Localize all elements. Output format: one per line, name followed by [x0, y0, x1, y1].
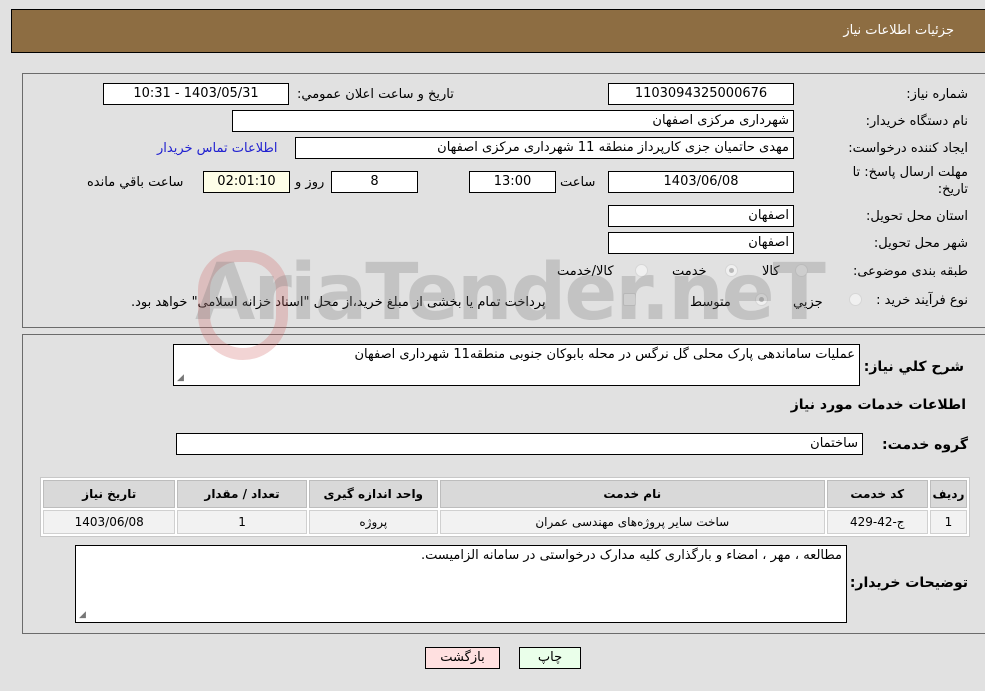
process-radio-medium[interactable]: [755, 293, 768, 306]
services-heading: اطلاعات خدمات مورد نیاز: [790, 397, 966, 413]
cell-quantity: 1: [177, 510, 307, 534]
general-desc-textarea[interactable]: عملیات ساماندهی پارک محلی گل نرگس در محل…: [173, 344, 860, 386]
category-option-service: خدمت: [672, 264, 707, 279]
services-table: ردیف کد خدمت نام خدمت واحد اندازه گیری ت…: [40, 477, 970, 537]
buyer-notes-text: مطالعه ، مهر ، امضاء و بارگذاری کلیه مدا…: [421, 548, 842, 563]
category-label: طبقه بندی موضوعی:: [852, 264, 968, 279]
table-row: 1 ج-42-429 ساخت سایر پروژه‌های مهندسی عم…: [43, 510, 967, 534]
col-header-need-date: تاریخ نیاز: [43, 480, 176, 508]
cell-service-code: ج-42-429: [826, 510, 928, 534]
need-details-panel: شرح کلي نیاز: عملیات ساماندهی پارک محلی …: [22, 334, 985, 634]
deadline-time-field[interactable]: 13:00: [469, 171, 556, 193]
treasury-note: پرداخت تمام یا بخشی از مبلغ خرید،از محل …: [131, 295, 546, 310]
back-button[interactable]: بازگشت: [425, 647, 500, 669]
general-desc-label: شرح کلي نیاز:: [863, 359, 964, 375]
deadline-time-label: ساعت: [560, 175, 596, 190]
city-field[interactable]: اصفهان: [608, 232, 794, 254]
col-header-row-number: ردیف: [929, 480, 967, 508]
process-type-label: نوع فرآیند خرید :: [876, 293, 968, 308]
category-radio-service[interactable]: [725, 264, 738, 277]
category-radio-goods[interactable]: [795, 264, 808, 277]
col-header-service-code: کد خدمت: [826, 480, 928, 508]
requester-label: ایجاد کننده درخواست:: [848, 141, 968, 156]
category-option-goods: کالا: [762, 264, 780, 279]
days-label: روز و: [295, 175, 325, 190]
category-option-goods-service: کالا/خدمت: [557, 264, 614, 279]
deadline-days-field[interactable]: 8: [331, 171, 418, 193]
resize-handle-icon[interactable]: ◢: [79, 610, 86, 620]
col-header-quantity: تعداد / مقدار: [177, 480, 307, 508]
treasury-checkbox[interactable]: [623, 293, 636, 306]
col-header-unit: واحد اندازه گیری: [308, 480, 438, 508]
process-radio-minor[interactable]: [849, 293, 862, 306]
requester-field[interactable]: مهدی حاتمیان جزی کارپرداز منطقه 11 شهردا…: [295, 137, 794, 159]
buyer-org-label: نام دستگاه خریدار:: [865, 114, 968, 129]
deadline-label-line1: مهلت ارسال پاسخ: تا: [852, 165, 968, 180]
need-number-field[interactable]: 1103094325000676: [608, 83, 794, 105]
page-header: جزئیات اطلاعات نیاز: [11, 9, 985, 53]
announce-datetime-label: تاریخ و ساعت اعلان عمومي:: [297, 87, 454, 102]
resize-handle-icon[interactable]: ◢: [177, 373, 184, 383]
service-group-field[interactable]: ساختمان: [176, 433, 863, 455]
buyer-org-field[interactable]: شهرداری مرکزی اصفهان: [232, 110, 794, 132]
service-group-label: گروه خدمت:: [882, 437, 968, 453]
category-radio-goods-service[interactable]: [635, 264, 648, 277]
print-button[interactable]: چاپ: [519, 647, 581, 669]
need-info-panel: شماره نیاز: 1103094325000676 تاریخ و ساع…: [22, 73, 985, 328]
deadline-label-line2: تاریخ:: [937, 182, 968, 197]
province-field[interactable]: اصفهان: [608, 205, 794, 227]
need-number-label: شماره نیاز:: [906, 87, 968, 102]
cell-row-number: 1: [929, 510, 967, 534]
general-desc-text: عملیات ساماندهی پارک محلی گل نرگس در محل…: [354, 347, 856, 362]
buyer-notes-textarea[interactable]: مطالعه ، مهر ، امضاء و بارگذاری کلیه مدا…: [75, 545, 847, 623]
process-option-medium: متوسط: [690, 295, 731, 310]
deadline-date-field[interactable]: 1403/06/08: [608, 171, 794, 193]
page-title: جزئیات اطلاعات نیاز: [843, 23, 954, 38]
col-header-service-name: نام خدمت: [439, 480, 825, 508]
cell-service-name: ساخت سایر پروژه‌های مهندسی عمران: [439, 510, 825, 534]
remaining-label: ساعت باقي مانده: [87, 175, 184, 190]
city-label: شهر محل تحویل:: [873, 236, 968, 251]
table-header-row: ردیف کد خدمت نام خدمت واحد اندازه گیری ت…: [43, 480, 967, 508]
remaining-time-field: 02:01:10: [203, 171, 290, 193]
cell-need-date: 1403/06/08: [43, 510, 176, 534]
announce-datetime-field[interactable]: 1403/05/31 - 10:31: [103, 83, 289, 105]
province-label: استان محل تحویل:: [866, 209, 968, 224]
buyer-notes-label: توضیحات خریدار:: [849, 575, 968, 591]
cell-unit: پروژه: [308, 510, 438, 534]
process-option-minor: جزيي: [793, 295, 823, 310]
buyer-contact-link[interactable]: اطلاعات تماس خریدار: [157, 141, 277, 156]
